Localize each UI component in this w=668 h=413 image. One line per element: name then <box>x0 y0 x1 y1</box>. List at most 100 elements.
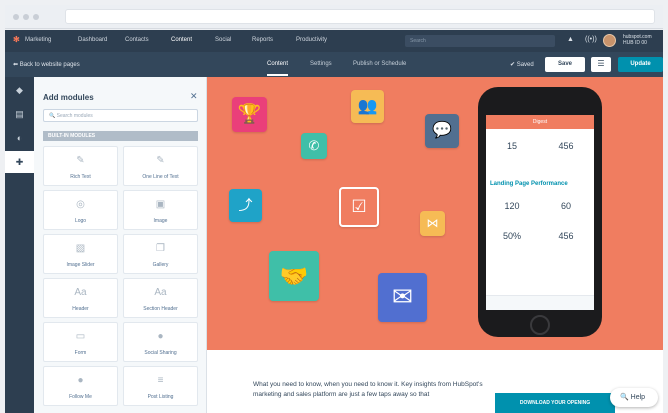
notifications-icon[interactable]: ((•)) <box>585 36 597 43</box>
phone-icon: ✆ <box>301 133 327 159</box>
browser-chrome <box>5 5 663 29</box>
editor-toolbar: ⬅ Back to website pages Content Settings… <box>5 52 663 77</box>
module-one-line-text[interactable]: ✎ One Line of Text <box>123 146 198 186</box>
download-button[interactable]: DOWNLOAD YOUR OPENING <box>495 393 615 413</box>
module-label: Gallery <box>152 262 169 268</box>
module-label: Follow Me <box>69 394 92 400</box>
module-search-placeholder: Search modules <box>56 113 93 119</box>
stat-value: 60 <box>560 201 571 211</box>
phone-screen: Digest 15 456 Landing Page Performance 1… <box>486 115 594 310</box>
phone-mockup: Digest 15 456 Landing Page Performance 1… <box>478 87 602 337</box>
module-post-listing[interactable]: ≡ Post Listing <box>123 366 198 406</box>
gallery-icon: ❐ <box>156 243 165 254</box>
add-module-icon[interactable]: ✚ <box>5 151 34 173</box>
text-icon: Aa <box>154 287 167 298</box>
window-zoom-dot[interactable] <box>33 14 39 20</box>
analytics-line-icon: ⤴ <box>229 189 262 222</box>
back-label: Back to website pages <box>19 62 80 68</box>
account-menu[interactable]: hubspot.com HUB ID 00 <box>623 34 652 46</box>
module-rich-text[interactable]: ✎ Rich Text <box>43 146 118 186</box>
module-search-input[interactable]: 🔍 Search modules <box>43 109 198 122</box>
stat-value: 456 <box>558 141 574 151</box>
global-search-input[interactable]: Search <box>405 35 555 47</box>
editor-left-rail: ◆ ▤ ◐ ✚ <box>5 77 34 413</box>
avatar[interactable] <box>603 34 616 47</box>
phone-stat-6: 456 <box>546 231 586 241</box>
tab-publish-schedule[interactable]: Publish or Schedule <box>353 61 406 67</box>
envelope-icon: ✉ <box>378 273 427 322</box>
nav-item-contacts[interactable]: Contacts <box>125 37 149 43</box>
saved-status: ✔ Saved <box>510 62 534 68</box>
window-close-dot[interactable] <box>13 14 19 20</box>
stat-value: 15 <box>506 141 517 151</box>
form-icon: ▭ <box>75 331 86 342</box>
body-paragraph: What you need to know, when you need to … <box>253 381 483 398</box>
globe-icon: ◎ <box>76 199 85 210</box>
module-section-header[interactable]: Aa Section Header <box>123 278 198 318</box>
text-icon: Aa <box>74 287 87 298</box>
stat-value: 50% <box>502 231 521 241</box>
save-button[interactable]: Save <box>545 57 585 72</box>
module-form[interactable]: ▭ Form <box>43 322 118 362</box>
slider-icon: ▧ <box>75 243 86 254</box>
top-navigation: ✻ Marketing Dashboard Contacts Content S… <box>5 30 663 52</box>
page-body-section: What you need to know, when you need to … <box>207 350 663 413</box>
close-icon[interactable]: ✕ <box>190 91 198 102</box>
nav-item-dashboard[interactable]: Dashboard <box>78 37 107 43</box>
settings-icon[interactable]: ◐ <box>5 127 34 149</box>
back-to-pages-link[interactable]: ⬅ Back to website pages <box>13 61 80 68</box>
handshake-icon: 🤝 <box>269 251 319 301</box>
chat-icon: 💬 <box>425 114 459 148</box>
more-options-icon[interactable]: ☰ <box>591 57 611 72</box>
phone-tab-bar <box>486 295 594 310</box>
module-image[interactable]: ▣ Image <box>123 190 198 230</box>
phone-stat-2: 456 <box>546 141 586 151</box>
module-label: Image Slider <box>66 262 95 268</box>
module-logo[interactable]: ◎ Logo <box>43 190 118 230</box>
nav-item-marketing[interactable]: Marketing <box>25 37 51 43</box>
update-button[interactable]: Update <box>618 57 663 72</box>
phone-header: Digest <box>486 115 594 129</box>
module-label: Social Sharing <box>144 350 177 356</box>
nav-item-social[interactable]: Social <box>215 37 231 43</box>
phone-stat-3: 120 <box>492 201 532 211</box>
chat-bubble-icon: ● <box>157 331 164 342</box>
module-image-slider[interactable]: ▧ Image Slider <box>43 234 118 274</box>
graduation-cap-icon[interactable]: ▲ <box>567 36 574 43</box>
trophy-icon: 🏆 <box>232 97 267 132</box>
module-header[interactable]: Aa Header <box>43 278 118 318</box>
sprocket-logo-icon[interactable]: ✻ <box>13 35 20 44</box>
image-icon: ▣ <box>155 199 166 210</box>
help-button[interactable]: 🔍 Help <box>610 388 658 407</box>
tab-content[interactable]: Content <box>267 61 289 76</box>
chart-icon[interactable]: ▤ <box>5 103 34 125</box>
stat-value: 120 <box>504 201 520 211</box>
module-label: Image <box>153 218 168 224</box>
module-social-sharing[interactable]: ● Social Sharing <box>123 322 198 362</box>
module-label: Rich Text <box>70 174 91 180</box>
nav-item-content[interactable]: Content <box>171 37 192 43</box>
tab-settings[interactable]: Settings <box>310 61 332 67</box>
add-modules-panel: Add modules ✕ 🔍 Search modules BUILT-IN … <box>34 77 207 413</box>
chat-bubble-icon: ● <box>77 375 84 386</box>
edit-icon: ✎ <box>156 155 165 166</box>
phone-stat-4: 60 <box>546 201 586 211</box>
browser-window: ✻ Marketing Dashboard Contacts Content S… <box>0 0 668 413</box>
module-follow-me[interactable]: ● Follow Me <box>43 366 118 406</box>
address-bar[interactable] <box>65 9 655 24</box>
module-label: One Line of Text <box>142 174 179 180</box>
account-hub-id: HUB ID 00 <box>623 40 647 46</box>
module-gallery[interactable]: ❐ Gallery <box>123 234 198 274</box>
window-minimize-dot[interactable] <box>23 14 29 20</box>
nav-item-productivity[interactable]: Productivity <box>296 37 327 43</box>
help-label: Help <box>630 394 646 401</box>
drop-icon[interactable]: ◆ <box>5 79 34 101</box>
share-icon: ⋈ <box>420 211 445 236</box>
edit-icon: ✎ <box>76 155 85 166</box>
module-label: Form <box>74 350 87 356</box>
module-label: Header <box>72 306 89 312</box>
nav-item-reports[interactable]: Reports <box>252 37 273 43</box>
search-icon: 🔍 <box>620 394 629 401</box>
saved-label: Saved <box>516 62 534 68</box>
stat-value: 456 <box>558 231 574 241</box>
